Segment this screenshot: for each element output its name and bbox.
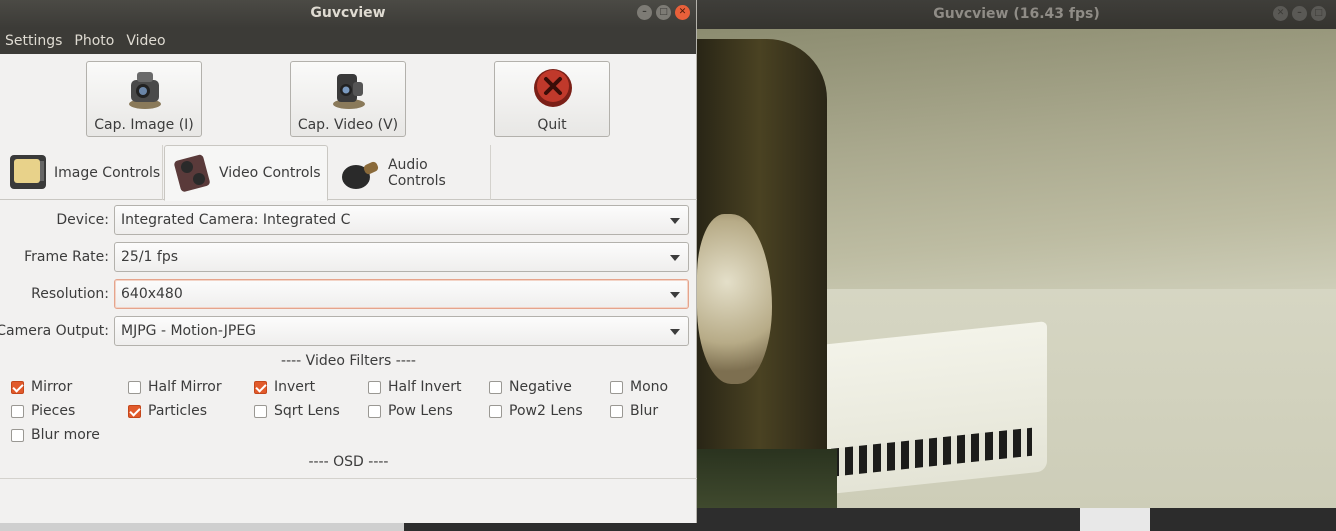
checkbox[interactable] [489, 404, 502, 418]
checkbox[interactable] [11, 428, 24, 442]
filter-blur[interactable]: Blur [610, 403, 658, 419]
checkbox[interactable] [254, 404, 267, 418]
frame-rate-value: 25/1 fps [121, 249, 178, 265]
close-icon[interactable]: ✕ [675, 5, 690, 20]
desktop-background-light [1080, 508, 1150, 531]
camera-output-select[interactable]: MJPG - Motion-JPEG [114, 316, 689, 346]
checkbox[interactable] [11, 404, 24, 418]
menu-settings[interactable]: Settings [5, 33, 62, 49]
menu-video[interactable]: Video [126, 33, 165, 49]
camera-output-row: Camera Output: MJPG - Motion-JPEG [0, 316, 697, 346]
control-window: Guvcview – □ ✕ Settings Photo Video Cap.… [0, 0, 697, 523]
filter-label: Blur [630, 403, 659, 419]
camera-output-value: MJPG - Motion-JPEG [121, 323, 257, 339]
filter-label: Mirror [31, 379, 73, 395]
checkbox[interactable] [11, 380, 24, 394]
chevron-down-icon [670, 255, 680, 261]
tab-video-controls-label: Video Controls [219, 165, 321, 181]
minimize-icon[interactable]: – [637, 5, 652, 20]
preview-window: Guvcview (16.43 fps) ✕ – □ [697, 0, 1336, 508]
menubar: Settings Photo Video [0, 28, 696, 54]
device-select[interactable]: Integrated Camera: Integrated C [114, 205, 689, 235]
camera-output-label: Camera Output: [0, 323, 109, 339]
preview-maximize-icon[interactable]: □ [1311, 6, 1326, 21]
checkbox[interactable] [128, 404, 141, 418]
filter-sqrt-lens[interactable]: Sqrt Lens [254, 403, 340, 419]
checkbox[interactable] [368, 380, 381, 394]
preview-minimize-icon[interactable]: – [1292, 6, 1307, 21]
filter-label: Pow Lens [388, 403, 453, 419]
filter-negative[interactable]: Negative [489, 379, 572, 395]
control-titlebar[interactable]: Guvcview – □ ✕ [0, 0, 696, 28]
filter-label: Pow2 Lens [509, 403, 583, 419]
camera-icon [129, 72, 161, 109]
filter-label: Pieces [31, 403, 76, 419]
chevron-down-icon [670, 218, 680, 224]
checkbox[interactable] [368, 404, 381, 418]
preview-titlebar[interactable]: Guvcview (16.43 fps) ✕ – □ [697, 0, 1336, 29]
maximize-icon[interactable]: □ [656, 5, 671, 20]
microphone-icon [341, 161, 379, 189]
checkbox[interactable] [610, 380, 623, 394]
resolution-label: Resolution: [31, 286, 109, 302]
resolution-value: 640x480 [121, 286, 183, 302]
control-title: Guvcview [310, 5, 386, 21]
frame-rate-row: Frame Rate: 25/1 fps [0, 242, 697, 272]
checkbox[interactable] [254, 380, 267, 394]
chevron-down-icon [670, 292, 680, 298]
filter-mono[interactable]: Mono [610, 379, 668, 395]
tab-image-controls-label: Image Controls [54, 165, 161, 181]
filter-blur-more[interactable]: Blur more [11, 427, 100, 443]
tv-icon [10, 155, 46, 189]
chevron-down-icon [670, 329, 680, 335]
capture-video-label: Cap. Video (V) [297, 117, 399, 133]
checkbox[interactable] [610, 404, 623, 418]
capture-image-label: Cap. Image (I) [94, 117, 194, 133]
tab-video-controls[interactable]: Video Controls [164, 145, 328, 201]
device-row: Device: Integrated Camera: Integrated C [0, 205, 697, 235]
filter-label: Negative [509, 379, 572, 395]
film-camera-icon [174, 154, 210, 192]
preview-title: Guvcview (16.43 fps) [933, 6, 1100, 22]
filter-label: Half Mirror [148, 379, 222, 395]
osd-title: ---- OSD ---- [308, 454, 389, 470]
tab-audio-controls-label: Audio Controls [387, 157, 446, 189]
checkbox[interactable] [489, 380, 502, 394]
device-label: Device: [56, 212, 109, 228]
filter-label: Sqrt Lens [274, 403, 340, 419]
camera-preview [697, 29, 1336, 508]
frame-rate-label: Frame Rate: [24, 249, 109, 265]
filter-label: Half Invert [388, 379, 462, 395]
filter-particles[interactable]: Particles [128, 403, 207, 419]
filter-mirror[interactable]: Mirror [11, 379, 72, 395]
quit-button[interactable]: Quit [494, 61, 610, 137]
filter-pow2-lens[interactable]: Pow2 Lens [489, 403, 583, 419]
filter-half-invert[interactable]: Half Invert [368, 379, 462, 395]
filter-invert[interactable]: Invert [254, 379, 315, 395]
filter-label: Particles [148, 403, 208, 419]
tab-audio-controls[interactable]: Audio Controls [332, 145, 490, 201]
device-value: Integrated Camera: Integrated C [121, 212, 351, 228]
menu-photo[interactable]: Photo [74, 33, 114, 49]
preview-close-icon[interactable]: ✕ [1273, 6, 1288, 21]
resolution-select[interactable]: 640x480 [114, 279, 689, 309]
filter-label: Invert [274, 379, 316, 395]
video-filters-title: ---- Video Filters ---- [281, 353, 416, 369]
filter-pow-lens[interactable]: Pow Lens [368, 403, 453, 419]
filter-label: Mono [630, 379, 669, 395]
tab-image-controls[interactable]: Image Controls [0, 145, 162, 201]
capture-image-button[interactable]: Cap. Image (I) [86, 61, 202, 137]
frame-rate-select[interactable]: 25/1 fps [114, 242, 689, 272]
video-camera-icon [333, 74, 365, 109]
quit-icon [534, 69, 572, 107]
filter-label: Blur more [31, 427, 100, 443]
resolution-row: Resolution: 640x480 [0, 279, 697, 309]
control-tabs: Image Controls Video Controls Audio Cont… [0, 145, 697, 201]
filter-pieces[interactable]: Pieces [11, 403, 75, 419]
quit-label: Quit [537, 117, 567, 133]
checkbox[interactable] [128, 380, 141, 394]
capture-video-button[interactable]: Cap. Video (V) [290, 61, 406, 137]
divider [0, 478, 697, 479]
filter-half-mirror[interactable]: Half Mirror [128, 379, 222, 395]
